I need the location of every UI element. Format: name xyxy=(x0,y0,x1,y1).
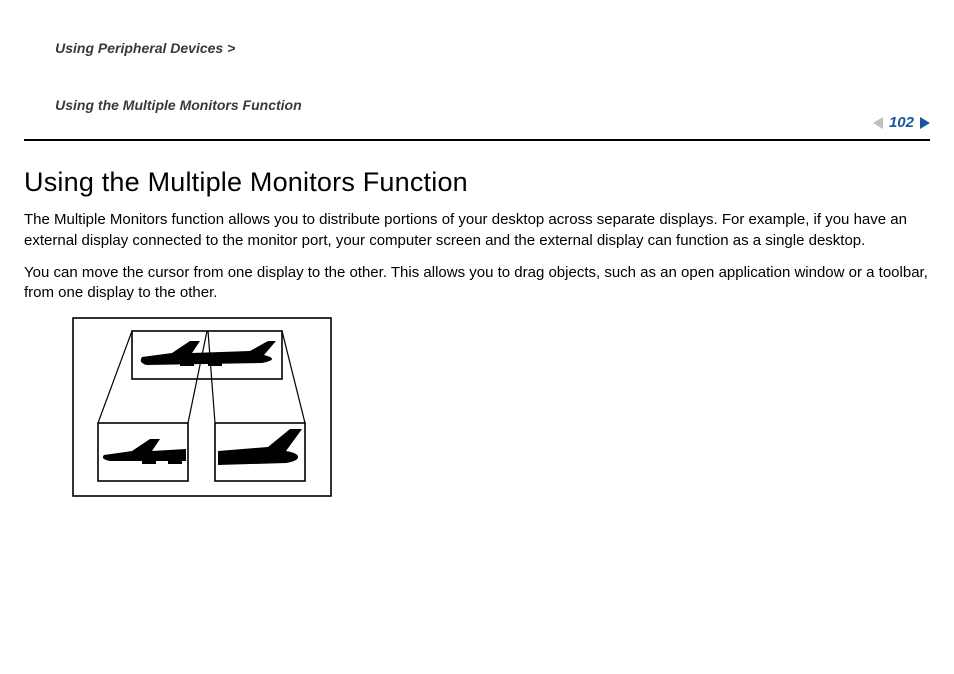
intro-paragraph-1: The Multiple Monitors function allows yo… xyxy=(24,210,930,251)
page-body: Using the Multiple Monitors Function The… xyxy=(24,167,930,502)
illustration-svg xyxy=(72,317,332,497)
breadcrumb-current: Using the Multiple Monitors Function xyxy=(55,97,302,113)
breadcrumb-separator: > xyxy=(223,40,239,56)
manual-page: Using Peripheral Devices > Using the Mul… xyxy=(0,0,954,502)
page-nav: 102 xyxy=(873,114,930,133)
breadcrumb: Using Peripheral Devices > Using the Mul… xyxy=(24,20,302,133)
breadcrumb-section[interactable]: Using Peripheral Devices xyxy=(55,40,223,56)
page-number: 102 xyxy=(889,114,914,131)
airplane-tail-icon xyxy=(218,429,302,465)
next-page-arrow-icon[interactable] xyxy=(920,117,930,129)
multiple-monitors-illustration xyxy=(72,317,930,502)
page-header: Using Peripheral Devices > Using the Mul… xyxy=(24,20,930,141)
airplane-front-icon xyxy=(103,439,186,464)
airplane-icon xyxy=(141,341,276,366)
page-title: Using the Multiple Monitors Function xyxy=(24,167,930,198)
intro-paragraph-2: You can move the cursor from one display… xyxy=(24,263,930,304)
prev-page-arrow-icon[interactable] xyxy=(873,117,883,129)
